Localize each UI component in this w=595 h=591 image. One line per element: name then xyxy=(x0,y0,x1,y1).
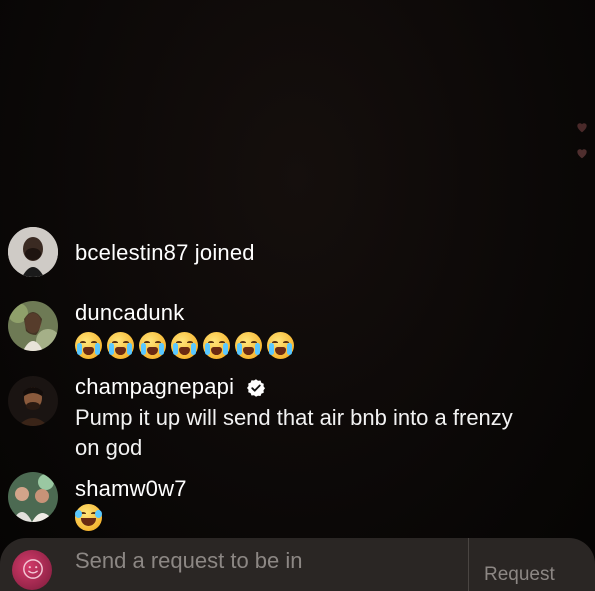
avatar[interactable] xyxy=(8,472,58,522)
comment-username[interactable]: shamw0w7 xyxy=(75,476,187,502)
loudly-crying-face-icon xyxy=(139,332,166,359)
loudly-crying-face-icon xyxy=(107,332,134,359)
face-with-tears-of-joy-icon xyxy=(75,504,102,531)
heart-icon xyxy=(577,123,587,133)
loudly-crying-face-icon xyxy=(171,332,198,359)
avatar[interactable] xyxy=(8,227,58,277)
comment-username-text[interactable]: champagnepapi xyxy=(75,374,234,399)
request-button[interactable]: Request xyxy=(484,564,555,586)
comment-item: duncadunk xyxy=(0,292,595,362)
comment-item: champagnepapi Pump it up will send that … xyxy=(0,370,595,470)
verified-badge-icon xyxy=(247,379,266,397)
comment-username[interactable]: bcelestin87 joined xyxy=(75,240,255,266)
comment-username[interactable]: duncadunk xyxy=(75,300,184,326)
emoji-row xyxy=(75,504,102,531)
avatar[interactable] xyxy=(8,301,58,351)
comment-text-line: on god xyxy=(75,435,143,460)
loudly-crying-face-icon xyxy=(75,332,102,359)
heart-icon xyxy=(577,149,587,159)
comment-text-line: Pump it up will send that air bnb into a… xyxy=(75,405,513,430)
request-input[interactable]: Send a request to be in xyxy=(75,548,303,574)
smile-icon xyxy=(23,559,43,579)
avatar[interactable] xyxy=(8,376,58,426)
comment-item: bcelestin87 joined xyxy=(0,222,595,282)
loudly-crying-face-icon xyxy=(203,332,230,359)
loudly-crying-face-icon xyxy=(235,332,262,359)
avatar-man-beard-icon xyxy=(8,227,58,277)
divider xyxy=(468,538,469,591)
loudly-crying-face-icon xyxy=(267,332,294,359)
avatar-woman-greenery-icon xyxy=(8,301,58,351)
emoji-row xyxy=(75,332,294,359)
comment-text: Pump it up will send that air bnb into a… xyxy=(75,403,575,463)
avatar-man-dark-icon xyxy=(8,376,58,426)
floating-hearts xyxy=(575,120,589,160)
comment-username[interactable]: champagnepapi xyxy=(75,374,266,400)
avatar-group-photo-icon xyxy=(8,472,58,522)
comment-item: shamw0w7 xyxy=(0,472,595,542)
request-bar: Send a request to be in Request xyxy=(0,538,595,591)
